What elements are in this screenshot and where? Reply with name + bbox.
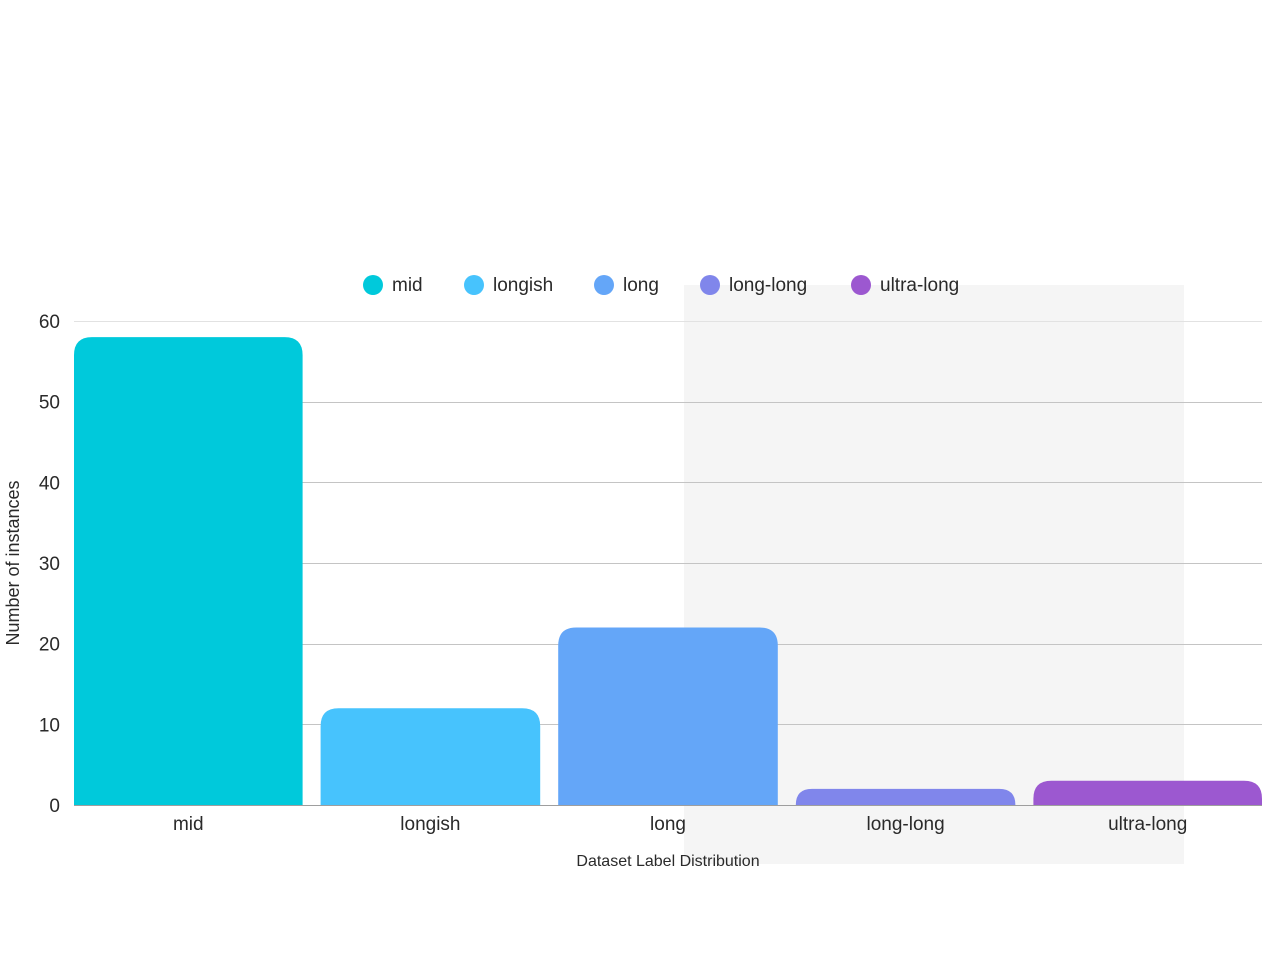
legend-label: mid [392, 275, 423, 296]
legend-marker [851, 275, 871, 295]
bar-mid [74, 337, 303, 805]
legend-label: longish [493, 275, 553, 296]
y-tick-label: 20 [39, 635, 60, 656]
legend-label: long [623, 275, 659, 296]
legend-label: ultra-long [880, 275, 959, 296]
y-tick-label: 0 [49, 796, 60, 817]
x-tick-label: mid [173, 814, 204, 835]
legend-marker [594, 275, 614, 295]
y-tick-label: 30 [39, 554, 60, 575]
bar-long-long [795, 788, 1016, 805]
legend-marker [464, 275, 484, 295]
bar-ultra-long [1033, 780, 1262, 805]
y-axis-ticks: 0 10 20 30 40 50 60 [39, 312, 60, 817]
bar-long [558, 627, 778, 805]
y-tick-label: 40 [39, 473, 60, 494]
y-tick-label: 50 [39, 393, 60, 414]
legend-marker [363, 275, 383, 295]
x-tick-label: long-long [867, 814, 945, 835]
bar-longish [320, 708, 541, 805]
y-tick-label: 10 [39, 715, 60, 736]
x-tick-label: longish [400, 814, 460, 835]
x-axis-label: Dataset Label Distribution [576, 853, 759, 870]
y-tick-label: 60 [39, 312, 60, 333]
legend-marker [700, 275, 720, 295]
y-axis-label: Number of instances [3, 480, 23, 645]
legend-label: long-long [729, 275, 807, 296]
bar-chart: 0 10 20 30 40 50 60 mid longish long long-long ult… [3, 275, 1262, 870]
x-tick-label: long [650, 814, 686, 835]
x-tick-label: ultra-long [1108, 814, 1187, 835]
